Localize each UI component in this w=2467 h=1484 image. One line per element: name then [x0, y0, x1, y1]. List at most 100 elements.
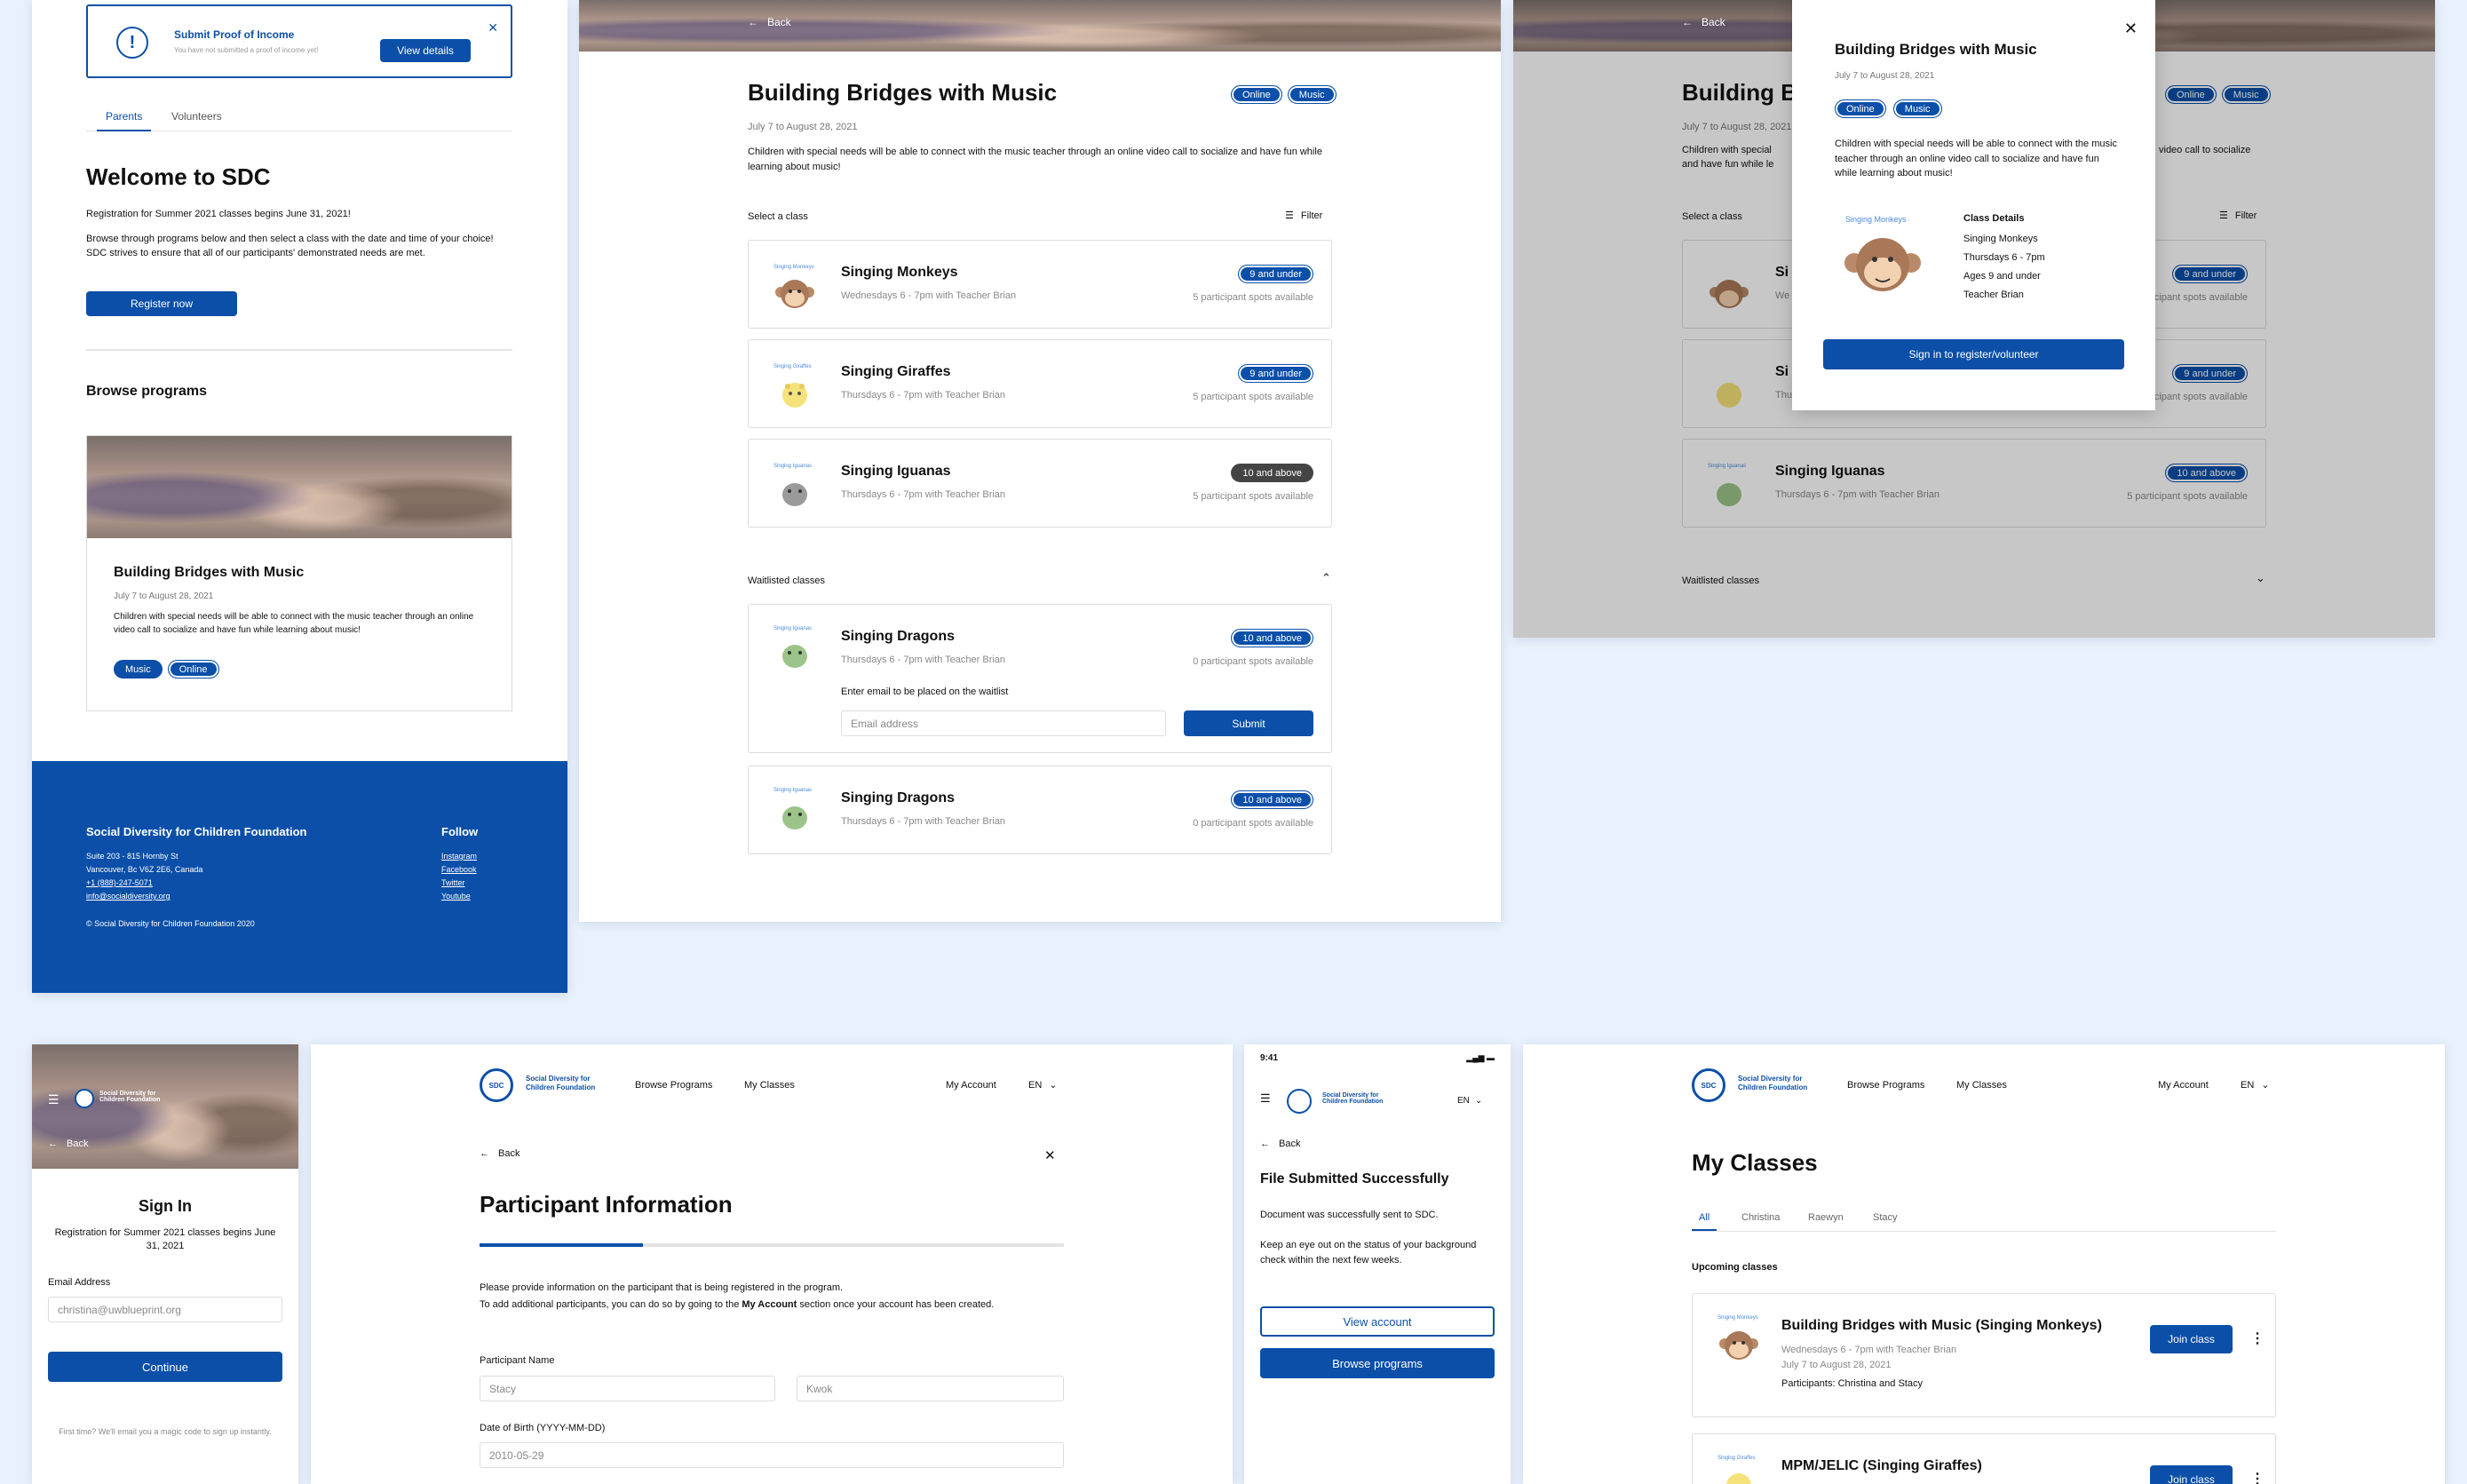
class-detail-teacher: Teacher Brian [1963, 290, 2024, 300]
registration-text: Registration for Summer 2021 classes beg… [86, 209, 351, 219]
language-value: EN [1028, 1079, 1043, 1091]
spots-available: 0 participant spots available [1193, 656, 1313, 667]
more-options-icon[interactable]: ⋮ [2250, 1470, 2265, 1484]
browse-programs-heading: Browse programs [86, 384, 208, 399]
menu-icon[interactable]: ☰ [1260, 1091, 1271, 1106]
register-now-button[interactable]: Register now [86, 291, 237, 316]
arrow-left-icon: ← [1260, 1139, 1270, 1149]
waitlist-class-card[interactable]: Singing Iguanas Singing Dragons Thursday… [748, 766, 1332, 854]
join-class-button[interactable]: Join class [2150, 1325, 2233, 1353]
age-badge: 10 and above [1231, 629, 1313, 647]
nav-my-account[interactable]: My Account [2158, 1080, 2209, 1091]
class-card[interactable]: Singing Iguanas Singing Iguanas Thursday… [748, 439, 1332, 528]
back-link[interactable]: ← Back [1260, 1139, 1300, 1149]
nav-browse-programs[interactable]: Browse Programs [1847, 1080, 1924, 1091]
footer-instagram-link[interactable]: Instagram [441, 852, 477, 861]
menu-icon[interactable]: ☰ [48, 1092, 59, 1107]
class-time: Thursdays 6 - 7pm with Teacher Brian [841, 816, 1006, 827]
join-class-button[interactable]: Join class [2150, 1465, 2233, 1484]
dob-label: Date of Birth (YYYY-MM-DD) [480, 1423, 606, 1433]
nav-browse-programs[interactable]: Browse Programs [635, 1080, 712, 1091]
footer-org-name: Social Diversity for Children Foundation [86, 825, 307, 838]
program-card-description: Children with special needs will be able… [114, 612, 474, 635]
program-tags: Online Music [1231, 85, 1337, 104]
last-name-field[interactable]: Kwok [797, 1376, 1064, 1401]
tab-parents[interactable]: Parents [97, 110, 152, 131]
waitlist-submit-button[interactable]: Submit [1184, 710, 1313, 736]
chevron-up-icon[interactable]: ⌃ [1321, 571, 1331, 585]
class-card[interactable]: Singing Monkeys Singing Monkeys Wednesda… [748, 240, 1332, 329]
home-screen: ! Submit Proof of Income You have not su… [32, 0, 567, 993]
back-label: Back [1702, 16, 1725, 28]
footer-phone[interactable]: +1 (888)-247-5071 [86, 878, 153, 887]
language-selector[interactable]: EN ⌄ [1457, 1096, 1482, 1106]
class-card[interactable]: Singing Giraffes Singing Giraffes Thursd… [748, 339, 1332, 428]
footer-email[interactable]: info@socialdiversity.org [86, 892, 171, 901]
program-description: Children with special needs will be able… [748, 147, 1322, 172]
close-icon[interactable]: ✕ [488, 20, 498, 36]
language-selector[interactable]: EN ⌄ [2241, 1079, 2270, 1091]
more-options-icon[interactable]: ⋮ [2250, 1329, 2265, 1347]
close-icon[interactable]: ✕ [1044, 1147, 1056, 1163]
footer-address-1: Suite 203 - 815 Hornby St [86, 852, 178, 861]
back-link[interactable]: ← Back [748, 16, 791, 28]
first-time-text: First time? We'll email you a magic code… [59, 1427, 272, 1436]
class-name: Singing Dragons [841, 790, 955, 805]
continue-button[interactable]: Continue [48, 1352, 282, 1382]
nav-my-account[interactable]: My Account [946, 1080, 996, 1091]
tab-stacy[interactable]: Stacy [1873, 1212, 1898, 1223]
nav-my-classes[interactable]: My Classes [744, 1080, 795, 1091]
signin-hero-banner: ☰ Social Diversity for Children Foundati… [32, 1044, 298, 1169]
footer-youtube-link[interactable]: Youtube [441, 892, 471, 901]
back-link[interactable]: ← Back [48, 1139, 88, 1149]
sign-in-title: Sign In [139, 1197, 192, 1215]
enrolled-class-card[interactable]: Singing Monkeys Building Bridges with Mu… [1692, 1293, 2276, 1417]
tab-raewyn[interactable]: Raewyn [1808, 1212, 1844, 1223]
view-account-button[interactable]: View account [1260, 1306, 1495, 1337]
back-link[interactable]: ← Back [480, 1148, 520, 1159]
nav-my-classes[interactable]: My Classes [1956, 1080, 2007, 1091]
chevron-down-icon: ⌄ [2261, 1080, 2270, 1091]
monkey-icon [1844, 233, 1922, 299]
sign-in-to-register-button[interactable]: Sign in to register/volunteer [1823, 339, 2124, 369]
email-field[interactable]: christina@uwblueprint.org [48, 1297, 282, 1322]
first-name-field[interactable]: Stacy [480, 1376, 775, 1401]
age-badge: 10 and above [1231, 790, 1313, 809]
back-link[interactable]: ← Back [1682, 16, 1725, 28]
sign-in-mobile-screen: ☰ Social Diversity for Children Foundati… [32, 1044, 298, 1484]
waitlist-class-card[interactable]: Singing Iguanas Singing Dragons Thursday… [748, 604, 1332, 753]
program-card[interactable]: Building Bridges with Music July 7 to Au… [86, 435, 512, 711]
language-selector[interactable]: EN ⌄ [1028, 1079, 1058, 1091]
age-badge: 9 and under [1238, 265, 1313, 283]
class-name: Building Bridges with Music (Singing Mon… [1781, 1318, 2102, 1333]
tab-christina[interactable]: Christina [1741, 1212, 1780, 1223]
back-label: Back [767, 16, 791, 28]
waitlist-email-input[interactable]: Email address [841, 710, 1166, 736]
participant-info-screen: SDC Social Diversity for Children Founda… [311, 1044, 1233, 1484]
class-time: Thursdays 6 - 7pm with Teacher Brian [841, 655, 1006, 665]
view-details-button[interactable]: View details [380, 39, 471, 62]
modal-description: Children with special needs will be able… [1835, 139, 2117, 179]
logo-text: Social Diversity for Children Foundation [99, 1091, 161, 1103]
tab-volunteers[interactable]: Volunteers [163, 110, 231, 123]
arrow-left-icon: ← [48, 1139, 58, 1149]
footer-twitter-link[interactable]: Twitter [441, 878, 465, 887]
participant-name-label: Participant Name [480, 1355, 555, 1366]
program-detail-screen: ← Back Building Bridges with Music Online… [579, 0, 1501, 922]
enrolled-class-card[interactable]: Singing Giraffes MPM/JELIC (Singing Gira… [1692, 1433, 2276, 1484]
dob-field[interactable]: 2010-05-29 [480, 1442, 1064, 1468]
participant-tabs: All Christina Raewyn Stacy [1692, 1212, 2276, 1232]
footer-facebook-link[interactable]: Facebook [441, 865, 477, 874]
iguana-icon [777, 477, 813, 513]
class-details-modal: ✕ Building Bridges with Music July 7 to … [1792, 0, 2155, 410]
filter-button[interactable]: ☰ Filter [1285, 210, 1322, 222]
tab-all[interactable]: All [1692, 1212, 1717, 1231]
sign-in-registration-text: Registration for Summer 2021 classes beg… [54, 1227, 276, 1252]
browse-programs-button[interactable]: Browse programs [1260, 1348, 1495, 1378]
tag-online: Online [1835, 99, 1886, 118]
chevron-down-icon: ⌄ [1474, 1096, 1483, 1106]
tag-music: Music [1287, 85, 1337, 104]
close-icon[interactable]: ✕ [2124, 20, 2138, 38]
my-account-link[interactable]: My Account [742, 1299, 797, 1310]
class-detail-ages: Ages 9 and under [1963, 271, 2041, 282]
